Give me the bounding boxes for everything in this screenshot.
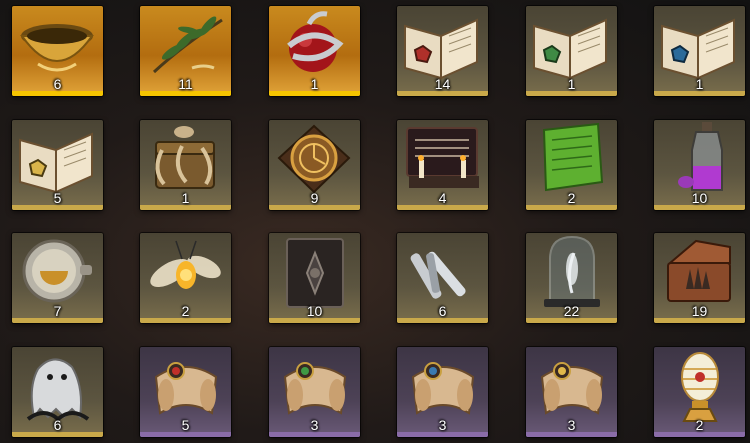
green-rune-book-icon [533,18,607,80]
item-count: 11 [178,76,193,92]
item-count: 1 [310,76,319,92]
inventory-slot[interactable]: 19 [654,233,745,323]
item-count: 7 [53,303,62,319]
inventory-slot[interactable]: 4 [397,120,488,210]
inventory-slot[interactable]: 6 [397,233,488,323]
inventory-slot[interactable]: 2 [654,347,745,437]
inventory-slot[interactable]: 3 [397,347,488,437]
inventory-slot[interactable]: 9 [269,120,360,210]
inventory-slot[interactable]: 5 [140,347,231,437]
item-count: 6 [53,417,62,433]
item-count: 4 [438,190,447,206]
blue-rune-book-icon [661,18,735,80]
item-count: 3 [567,417,576,433]
item-count: 3 [438,417,447,433]
yellow-rune-book-icon [19,132,93,194]
brass-pocket-watch-icon [22,239,92,303]
apple-serpent-icon [287,11,344,72]
item-count: 19 [691,303,708,319]
item-count: 2 [567,190,576,206]
inventory-slot[interactable]: 5 [12,120,103,210]
item-count: 10 [306,303,323,319]
green-tablet-icon [542,122,604,192]
inventory-slot[interactable]: 2 [526,120,617,210]
inventory-slot[interactable]: 11 [140,6,231,96]
item-count: 5 [181,417,190,433]
ghost-cloth-icon [26,358,90,422]
inventory-grid: 6 11 1 14 1 1 5 1 9 4 2 10 7 2 10 6 22 1… [0,0,750,443]
clockwork-dial-icon [277,124,351,194]
item-count: 1 [695,76,704,92]
inventory-slot[interactable]: 7 [12,233,103,323]
red-seal-scroll-icon [154,362,218,415]
inventory-slot[interactable]: 10 [269,233,360,323]
green-seal-scroll-icon [283,362,347,415]
item-count: 10 [691,190,708,206]
bell-jar-feather-icon [544,235,600,307]
herb-sprig-icon [152,16,223,74]
inventory-slot[interactable]: 6 [12,6,103,96]
inventory-slot[interactable]: 10 [654,120,745,210]
item-count: 2 [695,417,704,433]
item-count: 1 [181,190,190,206]
tentacle-chest-icon [155,126,215,189]
inventory-slot[interactable]: 1 [654,6,745,96]
item-count: 6 [438,303,447,319]
dark-grimoire-icon [286,238,344,308]
item-count: 3 [310,417,319,433]
inventory-slot[interactable]: 14 [397,6,488,96]
item-count: 6 [53,76,62,92]
item-count: 2 [181,303,190,319]
inventory-slot[interactable]: 22 [526,233,617,323]
glove-box-icon [667,239,731,302]
inventory-slot[interactable]: 6 [12,347,103,437]
red-rune-book-icon [404,18,478,80]
inventory-slot[interactable]: 3 [269,347,360,437]
firefly-icon [150,240,221,289]
inventory-slot[interactable]: 1 [526,6,617,96]
jeweled-egg-icon [681,352,719,422]
item-count: 9 [310,190,319,206]
item-count: 5 [53,190,62,206]
inventory-slot[interactable]: 1 [269,6,360,96]
inventory-slot[interactable]: 1 [140,120,231,210]
gold-seal-scroll-icon [540,362,604,415]
item-count: 14 [434,76,451,92]
blue-seal-scroll-icon [411,362,475,415]
purple-potion-icon [678,122,723,191]
item-count: 1 [567,76,576,92]
inventory-slot[interactable]: 3 [526,347,617,437]
inventory-slot[interactable]: 2 [140,233,231,323]
golden-bowl-icon [20,24,94,72]
item-count: 22 [563,303,580,319]
silver-bullets-icon [410,251,466,299]
ouija-board-icon [406,127,479,188]
